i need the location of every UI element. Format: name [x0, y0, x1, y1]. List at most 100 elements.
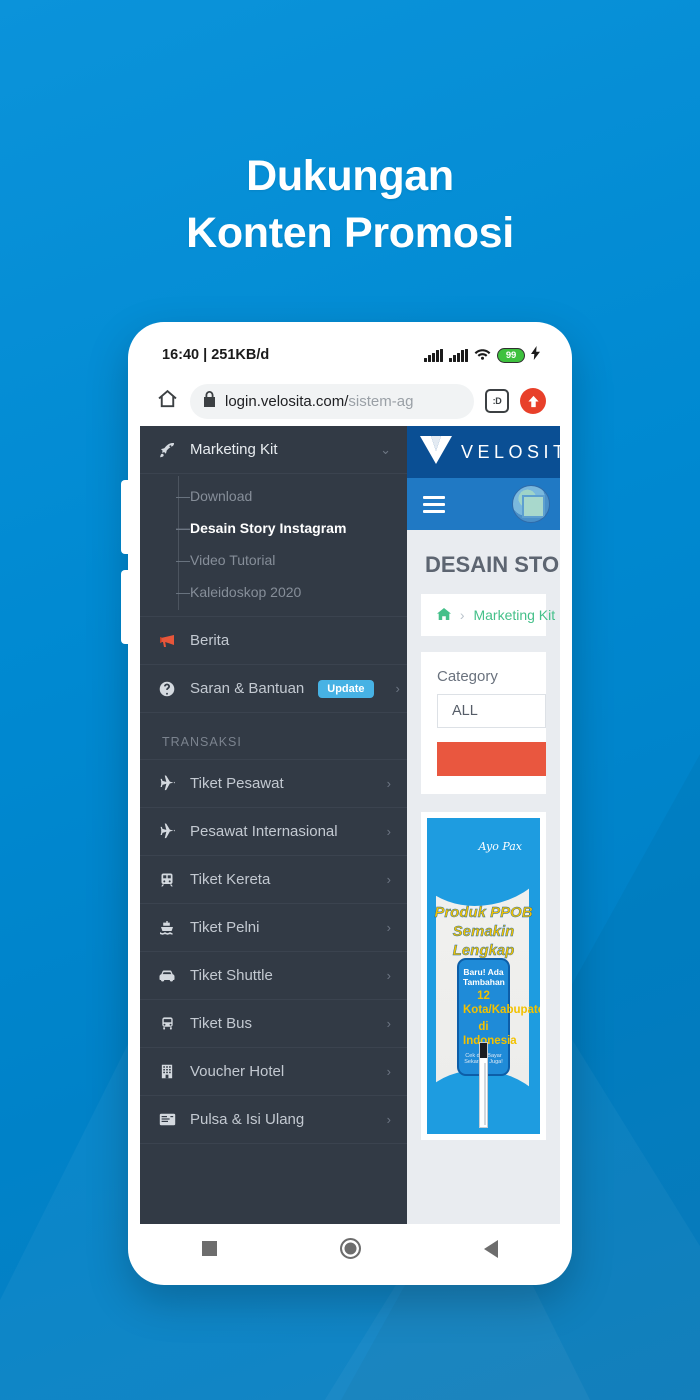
sidebar-item-tiket-bus[interactable]: Tiket Bus › [140, 1000, 407, 1048]
sidebar-item-tiket-kereta[interactable]: Tiket Kereta › [140, 856, 407, 904]
signal-bars-icon-1 [424, 348, 444, 362]
chevron-right-icon: › [386, 824, 391, 839]
brand-name: VELOSIT [461, 441, 560, 462]
status-icons: 99 [424, 346, 540, 364]
train-icon [158, 872, 176, 888]
sidebar-section-transaksi: TRANSAKSI [140, 713, 407, 760]
sidebar-item-pulsa-isi-ulang[interactable]: Pulsa & Isi Ulang › [140, 1096, 407, 1144]
page-title: DESAIN STO [425, 552, 560, 577]
sidebar-item-label: Tiket Kereta [190, 871, 271, 888]
chevron-right-icon: › [386, 1016, 391, 1031]
headline-line-2: Konten Promosi [186, 208, 514, 257]
chevron-down-icon: ⌄ [380, 441, 391, 457]
promo-phone-mockup [479, 1042, 488, 1128]
promo-script-text: Ayo Pax [478, 840, 522, 853]
sidebar-item-voucher-hotel[interactable]: Voucher Hotel › [140, 1048, 407, 1096]
chevron-right-icon: › [395, 681, 400, 696]
wifi-icon [474, 347, 491, 364]
marketing-kit-submenu: Download Desain Story Instagram Video Tu… [140, 474, 407, 617]
building-icon [158, 1064, 176, 1079]
page-headline: Dukungan Konten Promosi [0, 148, 700, 262]
megaphone-icon [158, 633, 176, 648]
recents-square-icon[interactable] [201, 1241, 217, 1256]
search-button[interactable] [437, 742, 546, 776]
breadcrumb: › Marketing Kit [421, 594, 555, 636]
phone-screen: 16:40 | 251KB/d 99 login.velosita.com/si… [140, 334, 560, 1224]
upload-arrow-icon[interactable] [520, 388, 546, 414]
globe-avatar-icon[interactable] [512, 485, 550, 523]
sidebar-item-label: Voucher Hotel [190, 1063, 285, 1080]
volume-up-button[interactable] [121, 480, 131, 554]
sidebar-item-saran-bantuan[interactable]: Saran & Bantuan Update › [140, 665, 407, 713]
chevron-right-icon: › [386, 968, 391, 983]
sidebar-item-pesawat-internasional[interactable]: Pesawat Internasional › [140, 808, 407, 856]
android-nav-bar [140, 1224, 560, 1273]
promo-image[interactable]: Ayo Pax Produk PPOB Semakin Lengkap Baru… [427, 818, 540, 1134]
chevron-right-icon: › [386, 776, 391, 791]
chevron-right-icon: › [386, 920, 391, 935]
status-bar: 16:40 | 251KB/d 99 [140, 334, 560, 376]
sidebar-item-label: Tiket Bus [190, 1015, 252, 1032]
promo-wave-top [427, 818, 540, 906]
promo-phone-header [480, 1043, 487, 1058]
sidebar-item-label: Berita [190, 632, 230, 649]
sidebar-item-label: Tiket Pelni [190, 919, 260, 936]
app-toolbar [407, 478, 560, 530]
promo-box-line-1: Baru! Ada Tambahan [463, 967, 505, 987]
tab-count-button[interactable]: :D [485, 389, 509, 413]
url-text: login.velosita.com/sistem-ag [225, 392, 414, 410]
web-page: Marketing Kit ⌄ Download Desain Story In… [140, 426, 560, 1224]
hamburger-menu-icon[interactable] [423, 495, 445, 513]
category-label: Category [437, 668, 498, 685]
velosita-logo-icon [419, 435, 453, 470]
sidebar-item-label: Pulsa & Isi Ulang [190, 1111, 305, 1128]
card-icon [158, 1113, 176, 1126]
promo-heading-line-2: Semakin Lengkap [452, 922, 515, 959]
rocket-icon [158, 442, 176, 458]
airplane-icon [158, 823, 176, 840]
sidebar-item-tiket-pesawat[interactable]: Tiket Pesawat › [140, 760, 407, 808]
sidebar-item-label: Marketing Kit [190, 441, 278, 458]
submenu-item-video-tutorial[interactable]: Video Tutorial [176, 544, 407, 576]
lock-icon [203, 390, 216, 412]
update-badge: Update [318, 679, 374, 698]
app-content: VELOSIT DESAIN STO › Marketing Kit Categ… [407, 426, 560, 1224]
submenu-item-download[interactable]: Download [176, 480, 407, 512]
home-circle-icon[interactable] [339, 1238, 361, 1259]
charging-bolt-icon [531, 346, 540, 364]
breadcrumb-label[interactable]: Marketing Kit [473, 607, 555, 623]
submenu-item-kaleidoskop-2020[interactable]: Kaleidoskop 2020 [176, 576, 407, 608]
sidebar-item-tiket-pelni[interactable]: Tiket Pelni › [140, 904, 407, 952]
bus-icon [158, 1016, 176, 1031]
promo-dropdown [484, 1063, 486, 1125]
breadcrumb-separator: › [459, 607, 465, 623]
home-icon[interactable] [156, 387, 179, 415]
sidebar-item-label: Tiket Pesawat [190, 775, 284, 792]
filter-card: Category ALL [421, 652, 546, 794]
airplane-icon [158, 775, 176, 792]
sidebar-item-berita[interactable]: Berita [140, 617, 407, 665]
chevron-right-icon: › [386, 1112, 391, 1127]
sidebar-item-label: Pesawat Internasional [190, 823, 338, 840]
browser-toolbar: login.velosita.com/sistem-ag :D [140, 376, 560, 426]
chevron-right-icon: › [386, 872, 391, 887]
car-icon [158, 969, 176, 983]
chevron-right-icon: › [386, 1064, 391, 1079]
status-time-data: 16:40 | 251KB/d [162, 347, 270, 363]
sidebar-item-tiket-shuttle[interactable]: Tiket Shuttle › [140, 952, 407, 1000]
battery-icon: 99 [497, 347, 525, 363]
brand-header: VELOSIT [407, 426, 560, 478]
headline-line-1: Dukungan [246, 152, 454, 200]
phone-mockup: 16:40 | 251KB/d 99 login.velosita.com/si… [121, 322, 572, 1285]
sidebar-item-marketing-kit[interactable]: Marketing Kit ⌄ [140, 426, 407, 474]
signal-bars-icon-2 [449, 348, 468, 362]
volume-down-button[interactable] [121, 570, 131, 644]
home-icon[interactable] [437, 607, 455, 623]
category-select[interactable]: ALL [437, 694, 546, 728]
promo-box-line-2: 12 Kota/Kabupaten [463, 990, 540, 1017]
app-sidebar: Marketing Kit ⌄ Download Desain Story In… [140, 426, 407, 1224]
url-input[interactable]: login.velosita.com/sistem-ag [190, 383, 474, 419]
submenu-item-desain-story-instagram[interactable]: Desain Story Instagram [176, 512, 407, 544]
back-triangle-icon[interactable] [484, 1239, 499, 1258]
promo-heading-line-1: Produk PPOB [434, 904, 533, 921]
